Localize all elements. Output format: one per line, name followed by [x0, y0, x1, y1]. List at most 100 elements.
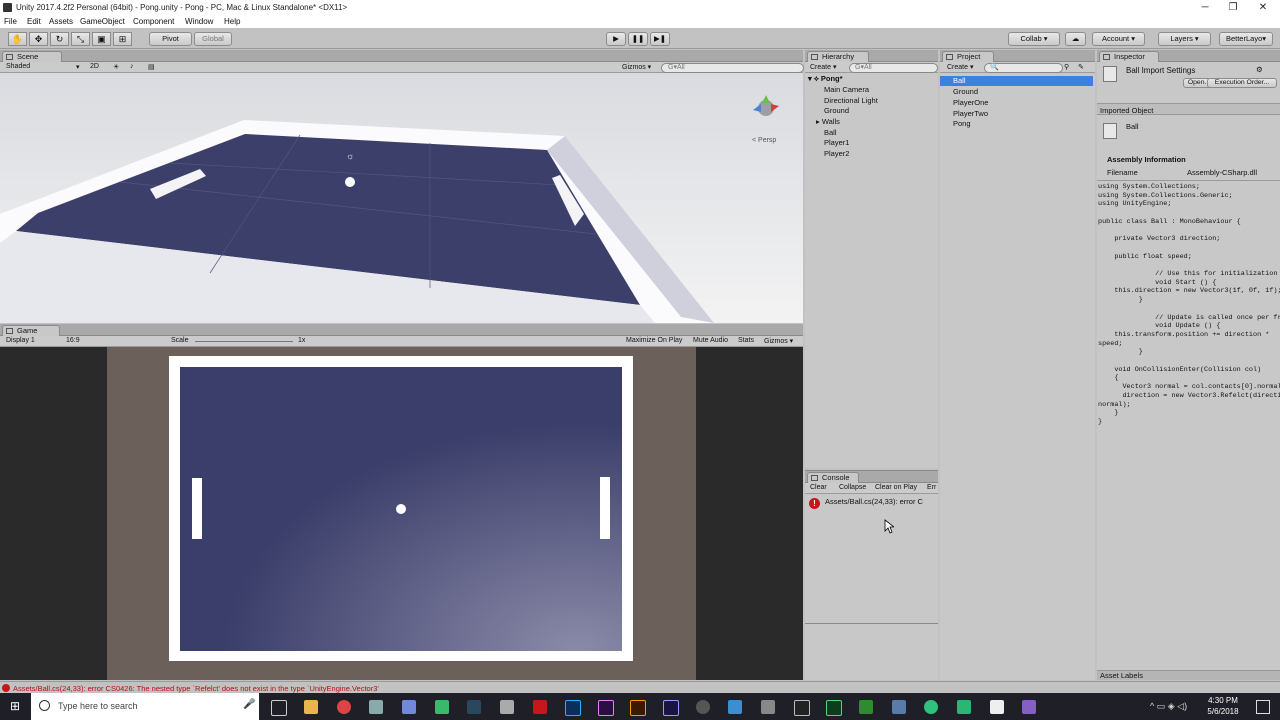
scale-slider[interactable]	[195, 341, 293, 342]
app-icon[interactable]	[435, 700, 449, 714]
minimize-button[interactable]: ─	[1190, 1, 1220, 15]
app-icon[interactable]	[924, 700, 938, 714]
menu-window[interactable]: Window	[185, 17, 213, 26]
microphone-icon[interactable]: 🎤	[243, 699, 255, 710]
console-entry[interactable]: Assets/Ball.cs(24,33): error C	[825, 497, 937, 506]
inspector-settings-icon[interactable]: ⚙	[1256, 65, 1263, 74]
menu-component[interactable]: Component	[133, 17, 174, 26]
transform-tool-icon[interactable]: ⊞	[113, 32, 132, 46]
discord-icon[interactable]	[402, 700, 416, 714]
hierarchy-scene-root[interactable]: ▾ ⟡ Pong*	[808, 74, 843, 84]
clock-date[interactable]: 5/6/2018	[1204, 707, 1242, 716]
hierarchy-item-walls[interactable]: ▸ Walls	[816, 117, 840, 126]
maximize-on-play-toggle[interactable]: Maximize On Play	[626, 337, 682, 344]
app-icon[interactable]	[728, 700, 742, 714]
mode-2d-toggle[interactable]: 2D	[90, 63, 99, 70]
collab-button[interactable]: Collab ▾	[1008, 32, 1060, 46]
stats-toggle[interactable]: Stats	[738, 337, 754, 344]
scene-gizmos-dropdown[interactable]: Gizmos ▾	[622, 63, 651, 71]
hierarchy-item[interactable]: Player1	[824, 138, 849, 147]
console-clear-button[interactable]: Clear	[810, 484, 827, 491]
rect-tool-icon[interactable]: ▣	[92, 32, 111, 46]
project-item-selected[interactable]: Ball	[940, 76, 1093, 86]
animate-icon[interactable]	[533, 700, 547, 714]
unity-taskbar-icon[interactable]	[990, 700, 1004, 714]
pause-button[interactable]: ❚❚	[628, 32, 648, 46]
visual-studio-icon[interactable]	[1022, 700, 1036, 714]
hierarchy-item[interactable]: Ground	[824, 106, 849, 115]
global-toggle[interactable]: Global	[194, 32, 232, 46]
tab-inspector[interactable]: Inspector	[1099, 51, 1159, 62]
tab-project[interactable]: Project	[942, 51, 994, 62]
audio-toggle-icon[interactable]: ♪	[130, 63, 134, 70]
app-icon[interactable]	[696, 700, 710, 714]
menu-assets[interactable]: Assets	[49, 17, 73, 26]
pivot-toggle[interactable]: Pivot	[149, 32, 192, 46]
audition-icon[interactable]	[826, 700, 842, 716]
app-icon[interactable]	[957, 700, 971, 714]
tab-game[interactable]: Game	[2, 325, 60, 336]
shading-dropdown[interactable]: Shaded	[6, 63, 30, 70]
maximize-button[interactable]: ❐	[1218, 1, 1248, 15]
play-button[interactable]: ▶	[606, 32, 626, 46]
project-item[interactable]: Ground	[953, 87, 978, 96]
file-explorer-icon[interactable]	[304, 700, 318, 714]
after-effects-icon[interactable]	[663, 700, 679, 716]
lighting-toggle-icon[interactable]: ☀	[113, 63, 119, 71]
clock-time[interactable]: 4:30 PM	[1206, 696, 1240, 705]
cloud-icon[interactable]: ☁	[1065, 32, 1086, 46]
app-icon[interactable]	[500, 700, 514, 714]
taskbar-search-box[interactable]: Type here to search 🎤	[31, 693, 259, 720]
close-button[interactable]: ✕	[1248, 1, 1278, 15]
project-create-button[interactable]: Create ▾	[947, 63, 973, 71]
hierarchy-item[interactable]: Player2	[824, 149, 849, 158]
steam-icon[interactable]	[467, 700, 481, 714]
epic-games-icon[interactable]	[794, 700, 810, 716]
scene-search-input[interactable]: G▾All	[661, 63, 804, 73]
chrome-icon[interactable]	[337, 700, 351, 714]
display-dropdown[interactable]: Display 1	[6, 337, 35, 344]
console-error-pause-toggle[interactable]: Err	[927, 484, 936, 491]
layout-dropdown[interactable]: BetterLayo▾	[1219, 32, 1273, 46]
step-button[interactable]: ▶❚	[650, 32, 670, 46]
effects-toggle-icon[interactable]: ▤	[148, 63, 155, 71]
project-item[interactable]: PlayerOne	[953, 98, 988, 107]
tab-hierarchy[interactable]: Hierarchy	[807, 51, 869, 62]
menu-gameobject[interactable]: GameObject	[80, 17, 125, 26]
tab-console[interactable]: Console	[807, 472, 859, 483]
persp-label[interactable]: < Persp	[752, 137, 776, 144]
hierarchy-item[interactable]: Main Camera	[824, 85, 869, 94]
tab-scene[interactable]: Scene	[2, 51, 62, 62]
notification-icon[interactable]	[1256, 700, 1270, 714]
console-collapse-toggle[interactable]: Collapse	[839, 484, 866, 491]
hand-tool-icon[interactable]: ✋	[8, 32, 27, 46]
menu-file[interactable]: File	[4, 17, 17, 26]
console-clear-on-play-toggle[interactable]: Clear on Play	[875, 484, 917, 491]
photoshop-icon[interactable]	[565, 700, 581, 716]
menu-edit[interactable]: Edit	[27, 17, 41, 26]
scene-viewport[interactable]: ☼ < Persp	[0, 73, 803, 323]
illustrator-icon[interactable]	[630, 700, 646, 716]
menu-help[interactable]: Help	[224, 17, 240, 26]
game-gizmos-dropdown[interactable]: Gizmos ▾	[764, 337, 793, 345]
app-icon[interactable]	[761, 700, 775, 714]
project-item[interactable]: PlayerTwo	[953, 109, 988, 118]
project-item[interactable]: Pong	[953, 119, 971, 128]
system-tray-icons[interactable]: ^ ▭ ◈ ◁)	[1150, 701, 1187, 712]
status-message[interactable]: Assets/Ball.cs(24,33): error CS0426: The…	[13, 684, 379, 693]
game-viewport[interactable]	[0, 347, 803, 680]
filter-type-icon[interactable]: ⚲	[1064, 63, 1069, 71]
windows-start-icon[interactable]: ⊞	[10, 700, 22, 712]
scale-tool-icon[interactable]: ⤡	[71, 32, 90, 46]
layers-dropdown[interactable]: Layers ▾	[1158, 32, 1211, 46]
execution-order-button[interactable]: Execution Order...	[1207, 78, 1277, 88]
project-search-input[interactable]: 🔍	[984, 63, 1063, 73]
rotate-tool-icon[interactable]: ↻	[50, 32, 69, 46]
app-icon[interactable]	[859, 700, 873, 714]
hierarchy-item[interactable]: Ball	[824, 128, 837, 137]
app-icon[interactable]	[892, 700, 906, 714]
hierarchy-create-button[interactable]: Create ▾	[810, 63, 836, 71]
aspect-dropdown[interactable]: 16:9	[66, 337, 80, 344]
mute-audio-toggle[interactable]: Mute Audio	[693, 337, 728, 344]
filter-label-icon[interactable]: ✎	[1078, 63, 1084, 71]
